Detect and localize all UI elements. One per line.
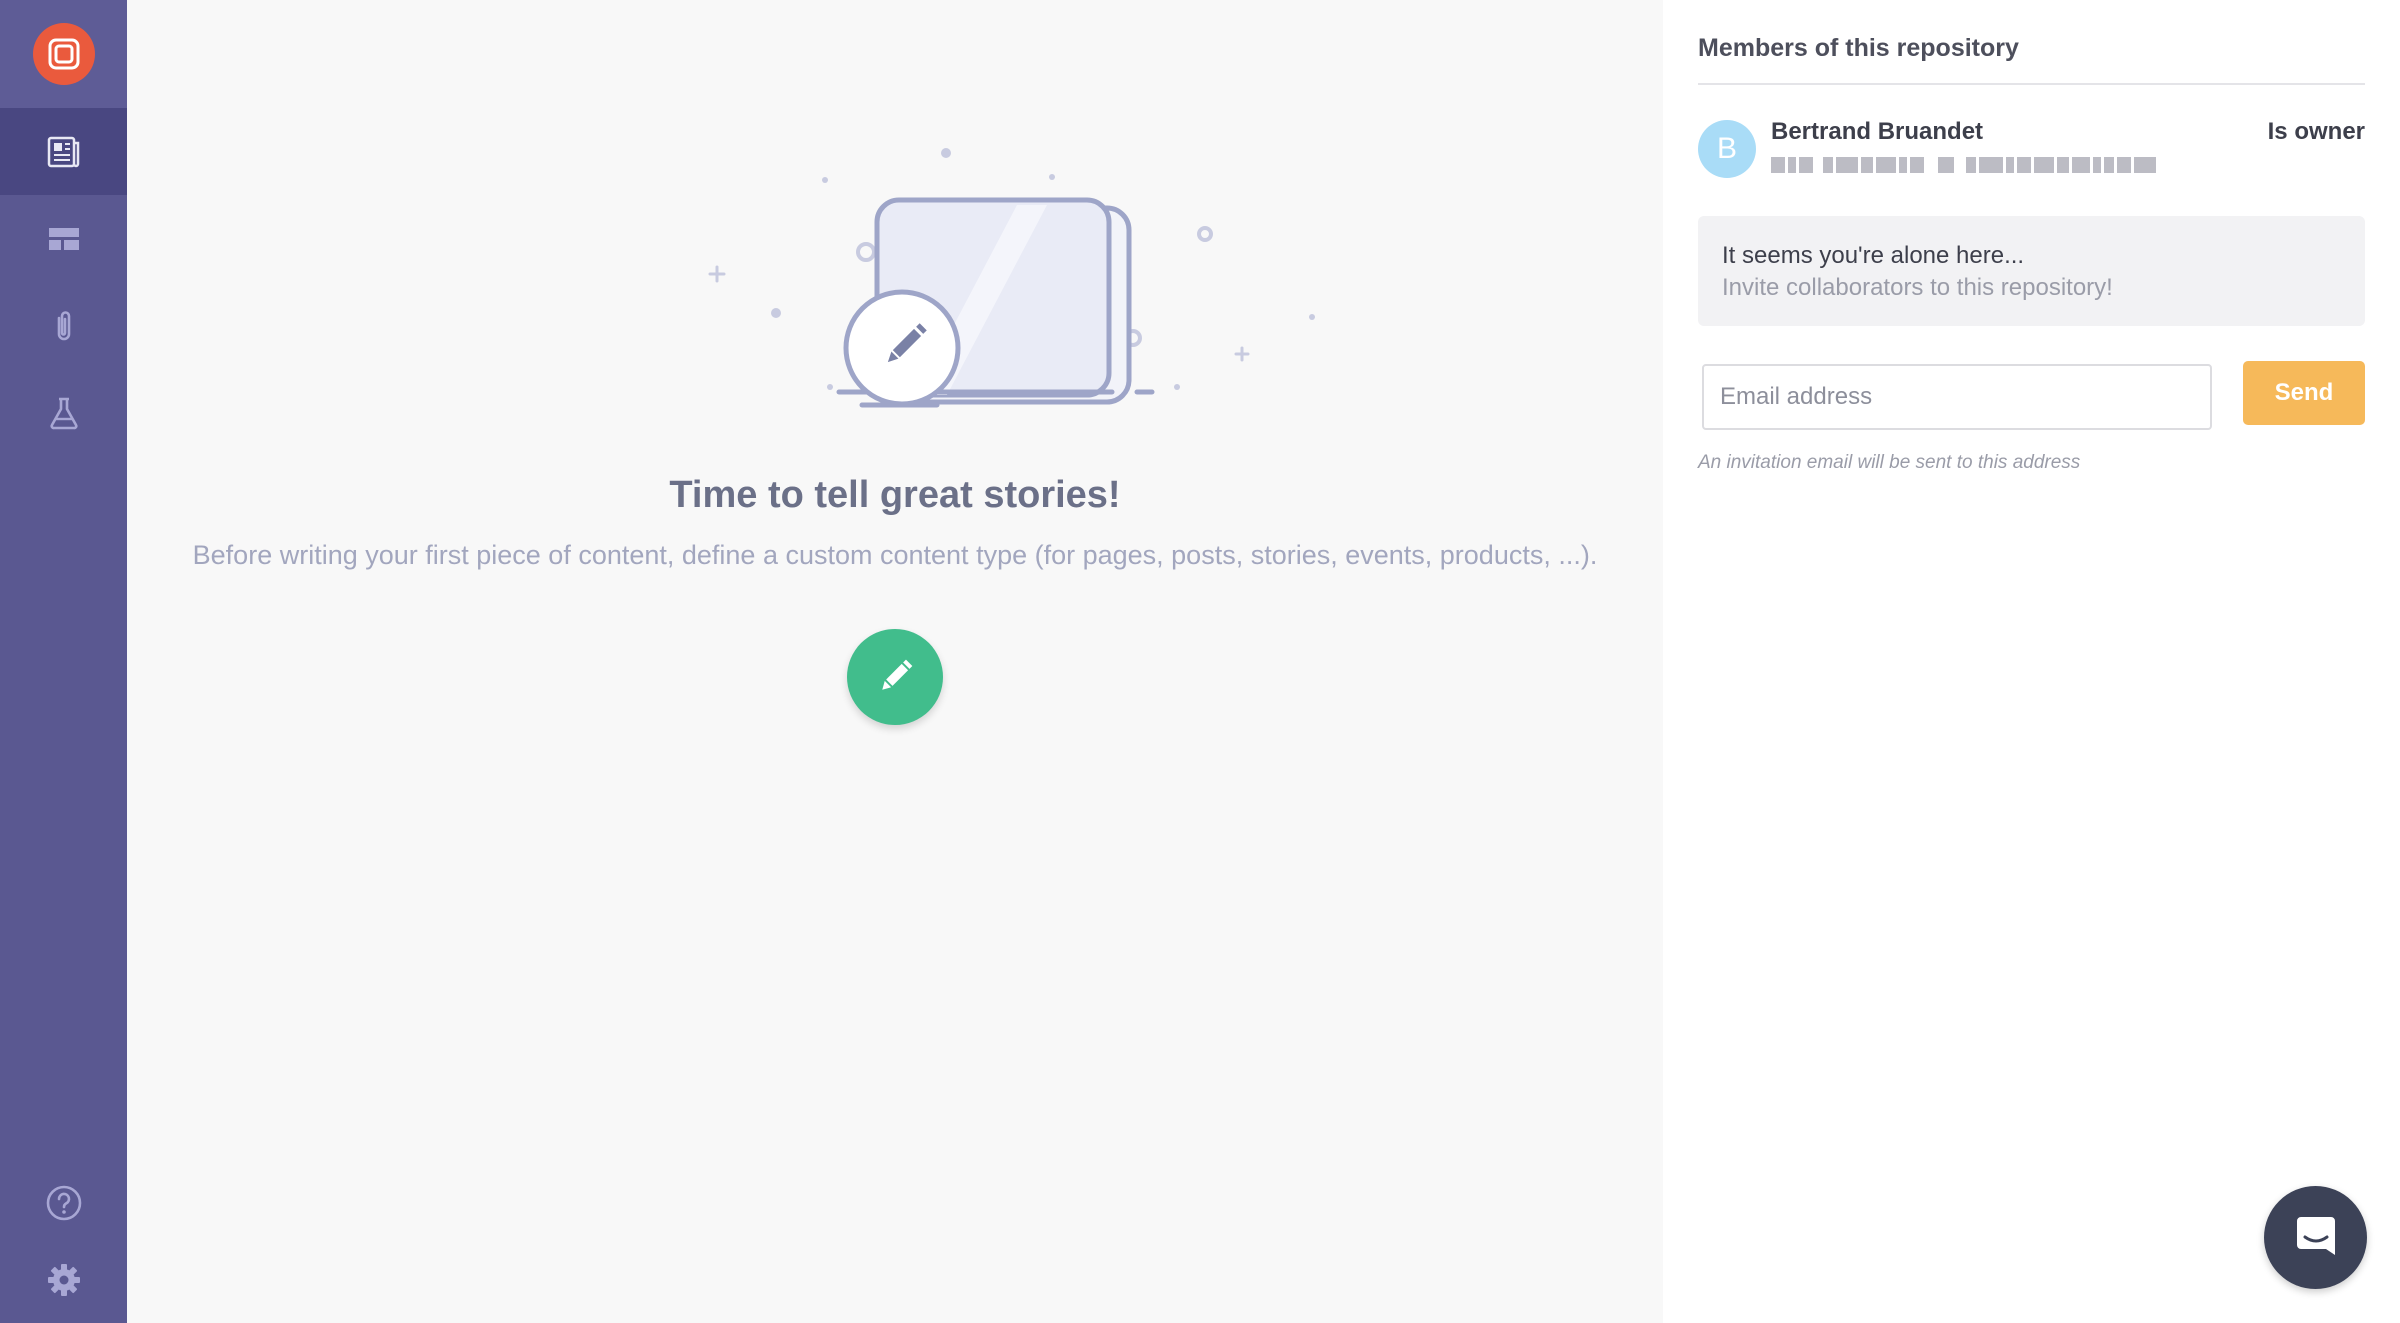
- member-email-redacted: [1771, 156, 2217, 178]
- logo-area[interactable]: [0, 0, 127, 108]
- chat-bubble-icon: [2296, 1216, 2335, 1255]
- alone-notice-title: It seems you're alone here...: [1722, 242, 2025, 269]
- newspaper-icon: [47, 136, 79, 167]
- sidebar-item-documents[interactable]: [0, 108, 127, 195]
- alone-notice-subtitle: Invite collaborators to this repository!: [1722, 274, 2113, 301]
- panel-divider: [1698, 83, 2365, 85]
- page-subtitle: Before writing your first piece of conte…: [192, 540, 1598, 570]
- paperclip-icon: [57, 310, 70, 340]
- page-title: Time to tell great stories!: [669, 474, 1121, 516]
- chat-launcher-button[interactable]: [2264, 1186, 2367, 1289]
- invite-hint: An invitation email will be sent to this…: [1698, 452, 2081, 473]
- avatar: B: [1698, 120, 1756, 178]
- sidebar-item-help[interactable]: [0, 1175, 127, 1231]
- send-invite-button[interactable]: Send: [2243, 361, 2365, 425]
- alone-notice: It seems you're alone here... Invite col…: [1698, 216, 2365, 326]
- members-panel: Members of this repository B Bertrand Br…: [1663, 0, 2400, 1323]
- sidebar-item-experiments[interactable]: [0, 369, 127, 456]
- sidebar: [0, 0, 127, 1323]
- gear-icon: [47, 1264, 80, 1296]
- invite-email-input[interactable]: [1702, 364, 2212, 430]
- create-content-type-button[interactable]: [847, 629, 943, 725]
- empty-state-illustration: [708, 148, 1315, 408]
- member-name: Bertrand Bruandet: [1771, 118, 1984, 145]
- prismic-logo-icon[interactable]: [32, 23, 95, 85]
- sidebar-item-media[interactable]: [0, 282, 127, 369]
- member-role: Is owner: [2267, 118, 2365, 145]
- flask-icon: [49, 397, 78, 429]
- sidebar-item-settings[interactable]: [0, 1252, 127, 1308]
- members-panel-title: Members of this repository: [1698, 34, 2019, 62]
- main-content: Time to tell great stories! Before writi…: [127, 0, 1663, 1323]
- pencil-icon: [882, 659, 913, 690]
- question-circle-icon: [46, 1185, 81, 1221]
- layout-icon: [48, 227, 79, 250]
- sidebar-item-custom-types[interactable]: [0, 195, 127, 282]
